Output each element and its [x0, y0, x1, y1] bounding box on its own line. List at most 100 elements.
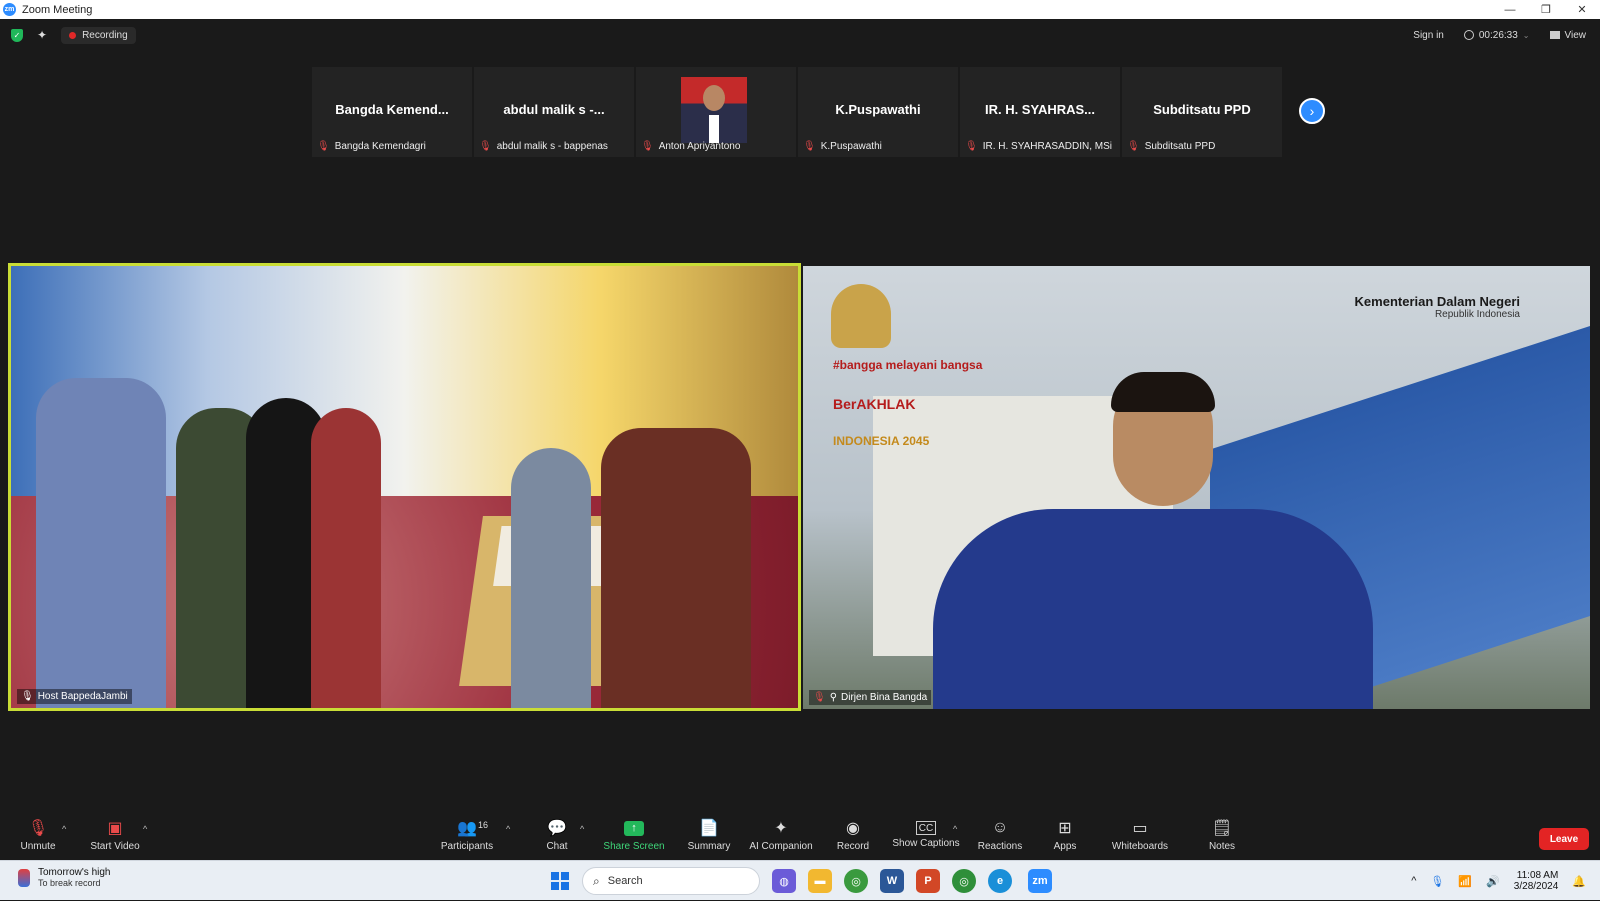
summary-label: Summary	[687, 841, 731, 852]
participants-label: Participants	[440, 841, 494, 852]
edge-icon[interactable]: e	[988, 869, 1012, 893]
view-button[interactable]: View	[1549, 29, 1587, 41]
timer-dropdown-icon: ⌄	[1522, 30, 1530, 40]
participant-tile[interactable]: K.Puspawathi 🎙 K.Puspawathi	[798, 67, 958, 157]
taskbar-clock[interactable]: 11:08 AM 3/28/2024	[1514, 870, 1559, 892]
file-explorer-icon[interactable]: ▬	[808, 869, 832, 893]
ai-companion-button[interactable]: ✦ AI Companion	[748, 812, 814, 860]
meeting-timer[interactable]: 00:26:33 ⌄	[1463, 30, 1530, 41]
share-screen-button[interactable]: ↑ Share Screen	[603, 812, 665, 860]
windows-start-icon[interactable]	[551, 872, 569, 890]
mic-muted-icon: 🎙	[317, 141, 330, 152]
weather-widget[interactable]: Tomorrow's high To break record	[18, 867, 111, 888]
mic-muted-icon: 🎙	[965, 141, 978, 152]
minimize-button[interactable]: —	[1492, 0, 1528, 19]
summary-icon: 📄	[699, 820, 719, 837]
backdrop-logo-berakhlak: BerAKHLAK	[833, 396, 916, 412]
whiteboards-button[interactable]: ▭ Whiteboards	[1110, 812, 1170, 860]
participants-count: 16	[478, 820, 489, 830]
taskbar-search-input[interactable]: ⌕ Search	[582, 867, 760, 895]
participant-name: Bangda Kemendagri	[334, 141, 426, 152]
clock-date: 3/28/2024	[1513, 881, 1559, 892]
teams-icon[interactable]: ◍	[772, 869, 796, 893]
microphone-icon[interactable]: 🎙	[1430, 875, 1444, 888]
participant-tile[interactable]: Bangda Kemend... 🎙 Bangda Kemendagri	[312, 67, 472, 157]
participant-name-label: 🎙 Anton Apriyantono	[641, 141, 740, 152]
chrome-icon[interactable]: ◎	[844, 869, 868, 893]
participant-name-label: 🎙 K.Puspawathi	[803, 141, 882, 152]
whiteboards-label: Whiteboards	[1111, 841, 1169, 852]
powerpoint-icon[interactable]: P	[916, 869, 940, 893]
participant-tile[interactable]: Subditsatu PPD 🎙 Subditsatu PPD	[1122, 67, 1282, 157]
clock-time: 11:08 AM	[1516, 870, 1559, 881]
start-video-button[interactable]: ▣ Start Video	[90, 812, 140, 860]
participants-chevron-icon[interactable]: ^	[506, 824, 510, 834]
summary-button[interactable]: 📄 Summary	[686, 812, 732, 860]
tray-overflow-chevron-icon[interactable]: ^	[1411, 875, 1416, 887]
video-tile-dirjen[interactable]: #bangga melayani bangsa BerAKHLAK INDONE…	[803, 266, 1590, 709]
video-tile-host[interactable]: 🎙 Host BappedaJambi	[8, 263, 801, 711]
participant-name-label: 🎙 abdul malik s - bappenas	[479, 141, 608, 152]
notification-bell-icon[interactable]: 🔔	[1572, 875, 1586, 888]
chat-button[interactable]: 💬 Chat	[545, 812, 569, 860]
participant-name-label: 🎙 IR. H. SYAHRASADDIN, MSi	[965, 141, 1112, 152]
mic-muted-icon: 🎙	[1127, 141, 1140, 152]
audio-options-chevron-icon[interactable]: ^	[62, 824, 66, 834]
participant-tile[interactable]: IR. H. SYAHRAS... 🎙 IR. H. SYAHRASADDIN, …	[960, 67, 1120, 157]
video-options-chevron-icon[interactable]: ^	[143, 824, 147, 834]
window-controls: — ❐ ✕	[1492, 0, 1600, 19]
participant-tile[interactable]: abdul malik s -... 🎙 abdul malik s - bapp…	[474, 67, 634, 157]
recording-indicator[interactable]: Recording	[61, 26, 136, 44]
backdrop-logo-indonesia: INDONESIA 2045	[833, 434, 930, 448]
recording-label: Recording	[82, 29, 128, 41]
video-off-icon: ▣	[107, 820, 123, 837]
meeting-topbar: ✓ ✦ Recording Sign in 00:26:33 ⌄ View	[0, 19, 1600, 51]
notes-icon: 🗒	[1211, 820, 1233, 837]
volume-icon[interactable]: 🔊	[1486, 875, 1500, 888]
clock-icon	[1463, 30, 1474, 40]
participant-name-label: 🎙 Subditsatu PPD	[1127, 141, 1215, 152]
word-icon[interactable]: W	[880, 869, 904, 893]
unmute-button[interactable]: 🎙 Unmute	[18, 812, 58, 860]
pin-icon: ⚲	[829, 692, 838, 703]
reactions-button[interactable]: ☺ Reactions	[977, 812, 1023, 860]
chat-chevron-icon[interactable]: ^	[580, 824, 584, 834]
participant-tile[interactable]: 🎙 Anton Apriyantono	[636, 67, 796, 157]
view-label: View	[1564, 29, 1587, 41]
sign-in-button[interactable]: Sign in	[1413, 30, 1444, 41]
captions-icon: CC	[915, 821, 937, 835]
participant-avatar	[681, 77, 747, 143]
participant-name: Subditsatu PPD	[1144, 141, 1216, 152]
ai-spark-icon[interactable]: ✦	[37, 28, 47, 42]
wifi-icon[interactable]: 📶	[1458, 875, 1472, 888]
participant-name: abdul malik s - bappenas	[496, 141, 608, 152]
record-button[interactable]: ◉ Record	[836, 812, 870, 860]
garuda-emblem-icon	[831, 284, 891, 348]
show-captions-button[interactable]: CC Show Captions	[892, 812, 960, 860]
video-scene-person	[511, 448, 591, 708]
system-tray: ^ 🎙 📶 🔊 11:08 AM 3/28/2024 🔔	[1411, 861, 1586, 901]
restore-button[interactable]: ❐	[1528, 0, 1564, 19]
window-titlebar: zm Zoom Meeting — ❐ ✕	[0, 0, 1600, 19]
participant-name: K.Puspawathi	[820, 141, 882, 152]
unmute-label: Unmute	[20, 841, 56, 852]
gallery-next-button[interactable]: ›	[1299, 98, 1325, 124]
apps-button[interactable]: ⊞ Apps	[1053, 812, 1077, 860]
participant-name: Anton Apriyantono	[658, 141, 741, 152]
notes-button[interactable]: 🗒 Notes	[1208, 812, 1236, 860]
security-shield-icon[interactable]: ✓	[11, 28, 23, 42]
leave-button[interactable]: Leave	[1539, 828, 1589, 850]
chrome-profile-icon[interactable]: ◎	[952, 869, 976, 893]
backdrop-ministry-title: Kementerian Dalam Negeri Republik Indone…	[1355, 294, 1520, 320]
participant-display-name: Subditsatu PPD	[1153, 102, 1251, 117]
participant-strip: Bangda Kemend... 🎙 Bangda Kemendagri abdu…	[312, 67, 1282, 157]
captions-chevron-icon[interactable]: ^	[953, 824, 957, 834]
zoom-taskbar-icon[interactable]: zm	[1028, 869, 1052, 893]
chevron-right-icon: ›	[1309, 103, 1315, 119]
mic-muted-icon: 🎙	[641, 141, 654, 152]
close-button[interactable]: ✕	[1564, 0, 1600, 19]
video-scene-speaker	[933, 372, 1373, 709]
meeting-toolbar: 🎙 Unmute ^ ▣ Start Video ^ 👥 Participant…	[0, 812, 1600, 860]
weather-subtitle: To break record	[38, 878, 101, 888]
zoom-logo-icon: zm	[3, 3, 16, 16]
